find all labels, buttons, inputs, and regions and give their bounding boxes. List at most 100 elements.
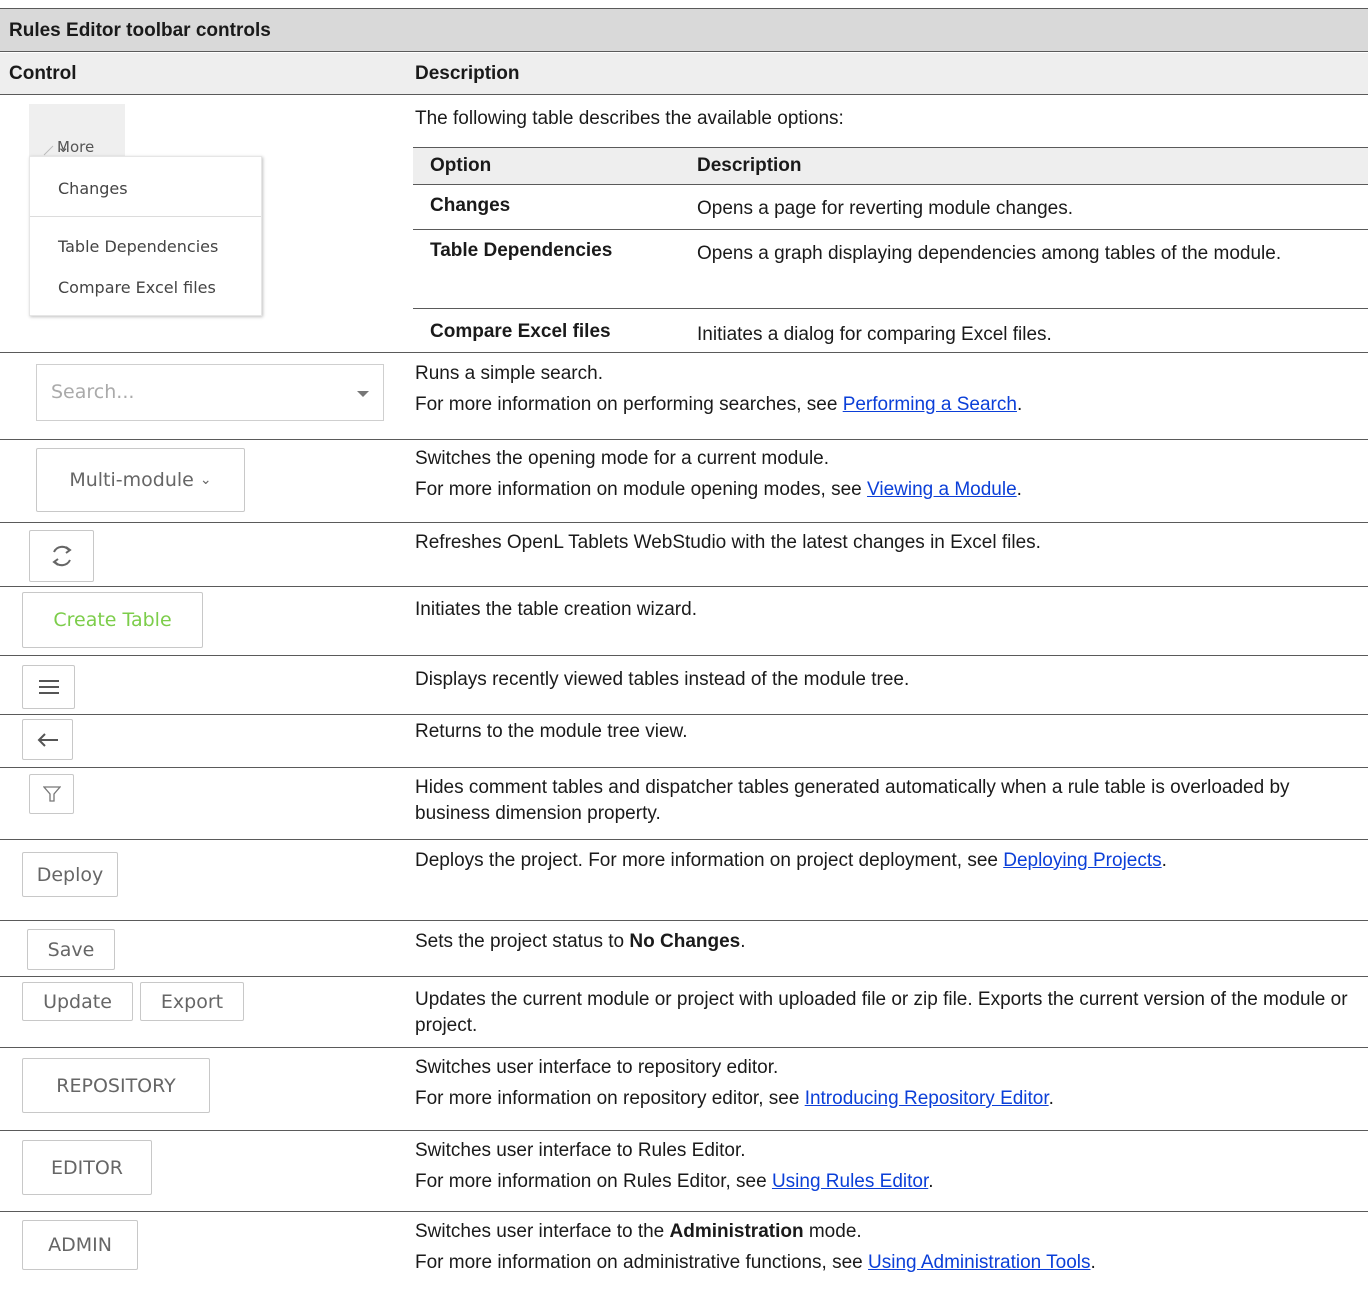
row-divider <box>0 976 1368 977</box>
caret-down-icon <box>357 391 369 397</box>
row-divider <box>0 352 1368 353</box>
row-divider <box>0 1211 1368 1212</box>
row-divider <box>0 439 1368 440</box>
description-text: Switches user interface to the <box>415 1221 670 1242</box>
option-name: Changes <box>430 195 511 216</box>
refresh-description: Refreshes OpenL Tablets WebStudio with t… <box>415 532 1041 553</box>
export-button[interactable]: Export <box>140 982 244 1021</box>
editor-description: Switches user interface to Rules Editor.… <box>415 1138 1360 1195</box>
table-title: Rules Editor toolbar controls <box>9 20 271 41</box>
bold-text: No Changes <box>629 931 741 952</box>
cursor-icon <box>43 145 54 156</box>
search-placeholder: Search... <box>51 381 135 403</box>
back-description: Returns to the module tree view. <box>415 721 688 742</box>
description-text: For more information on administrative f… <box>415 1252 869 1273</box>
description-text: For more information on repository edito… <box>415 1088 805 1109</box>
row-divider <box>0 839 1368 840</box>
description-text: For more information on performing searc… <box>415 394 843 415</box>
menu-item-table-dependencies[interactable]: Table Dependencies <box>58 237 218 256</box>
description-text: Sets the project status to <box>415 931 630 952</box>
option-name: Compare Excel files <box>430 321 611 342</box>
description-text: . <box>928 1171 934 1192</box>
refresh-button[interactable] <box>29 530 94 582</box>
deploy-description: Deploys the project. For more informatio… <box>415 848 1360 874</box>
filter-icon <box>42 786 61 802</box>
option-divider <box>413 229 1368 230</box>
deploy-button[interactable]: Deploy <box>22 852 118 897</box>
row-divider <box>0 920 1368 921</box>
description-text: . <box>1016 394 1023 415</box>
admin-button[interactable]: ADMIN <box>22 1220 138 1270</box>
repository-button[interactable]: REPOSITORY <box>22 1058 210 1113</box>
row-divider <box>0 1130 1368 1131</box>
option-divider <box>413 308 1368 309</box>
link-using-rules-editor[interactable]: Using Rules Editor <box>772 1171 928 1192</box>
row-divider <box>0 767 1368 768</box>
save-description: Sets the project status to No Changes. <box>415 929 1360 955</box>
description-text: Deploys the project. For more informatio… <box>415 850 1004 871</box>
search-input[interactable]: Search... <box>36 364 384 421</box>
back-arrow-icon <box>37 732 58 747</box>
menu-divider <box>30 216 261 217</box>
description-text: For more information on module opening m… <box>415 479 868 500</box>
options-header-option: Option <box>430 155 492 176</box>
menu-item-changes[interactable]: Changes <box>58 179 128 198</box>
search-description: Runs a simple search. For more informati… <box>415 361 1360 418</box>
recent-tables-button[interactable] <box>22 665 75 709</box>
description-line: Switches the opening mode for a current … <box>415 448 830 469</box>
row-divider <box>0 586 1368 587</box>
description-text: mode. <box>803 1221 862 1242</box>
toolbar-controls-table: Rules Editor toolbar controls Control De… <box>0 0 1369 1296</box>
option-description: Opens a page for reverting module change… <box>697 198 1074 219</box>
multi-module-label: Multi-module <box>69 469 194 491</box>
more-dropdown-menu: Changes Table Dependencies Compare Excel… <box>29 156 262 316</box>
column-header-description: Description <box>415 63 520 84</box>
more-description-intro: The following table describes the availa… <box>415 108 844 129</box>
description-text: . <box>1016 479 1022 500</box>
description-line: Runs a simple search. <box>415 363 603 384</box>
back-button[interactable] <box>22 719 73 760</box>
filter-description: Hides comment tables and dispatcher tabl… <box>415 777 1290 824</box>
options-header-row: Option Description <box>413 147 1368 185</box>
chevron-down-icon: ⌄ <box>57 138 70 156</box>
multi-module-dropdown[interactable]: Multi-module ⌄ <box>36 448 245 512</box>
link-deploying-projects[interactable]: Deploying Projects <box>1003 850 1161 871</box>
options-header-description: Description <box>697 155 802 176</box>
save-button[interactable]: Save <box>27 929 115 970</box>
link-performing-a-search[interactable]: Performing a Search <box>843 394 1017 415</box>
description-text: . <box>1048 1088 1054 1109</box>
description-line: Switches user interface to Rules Editor. <box>415 1140 746 1161</box>
description-line: Switches user interface to repository ed… <box>415 1057 779 1078</box>
column-header-control: Control <box>9 63 77 84</box>
create-table-description: Initiates the table creation wizard. <box>415 599 697 620</box>
description-text: For more information on Rules Editor, se… <box>415 1171 772 1192</box>
option-name: Table Dependencies <box>430 240 613 261</box>
editor-button[interactable]: EDITOR <box>22 1140 152 1195</box>
link-introducing-repository-editor[interactable]: Introducing Repository Editor <box>805 1088 1049 1109</box>
menu-item-compare-excel-files[interactable]: Compare Excel files <box>58 278 216 297</box>
row-divider <box>0 714 1368 715</box>
multi-module-description: Switches the opening mode for a current … <box>415 446 1360 503</box>
recent-tables-description: Displays recently viewed tables instead … <box>415 669 910 690</box>
menu-icon <box>38 680 59 694</box>
create-table-button[interactable]: Create Table <box>22 592 203 648</box>
table-title-bar: Rules Editor toolbar controls <box>0 8 1368 52</box>
update-button[interactable]: Update <box>22 982 133 1021</box>
update-export-description: Updates the current module or project wi… <box>415 989 1348 1036</box>
column-header-row: Control Description <box>0 53 1368 95</box>
repository-description: Switches user interface to repository ed… <box>415 1055 1360 1112</box>
more-button[interactable]: More ⌄ <box>29 104 125 156</box>
option-description: Initiates a dialog for comparing Excel f… <box>697 324 1052 345</box>
admin-description: Switches user interface to the Administr… <box>415 1219 1360 1276</box>
refresh-icon <box>51 545 72 567</box>
row-divider <box>0 522 1368 523</box>
chevron-down-icon: ⌄ <box>199 472 212 488</box>
filter-button[interactable] <box>29 774 74 814</box>
link-using-administration-tools[interactable]: Using Administration Tools <box>868 1252 1090 1273</box>
bold-text: Administration <box>669 1221 804 1242</box>
row-divider <box>0 1047 1368 1048</box>
row-divider <box>0 655 1368 656</box>
option-description: Opens a graph displaying dependencies am… <box>697 243 1282 264</box>
link-viewing-a-module[interactable]: Viewing a Module <box>867 479 1017 500</box>
description-text: . <box>1090 1252 1096 1273</box>
